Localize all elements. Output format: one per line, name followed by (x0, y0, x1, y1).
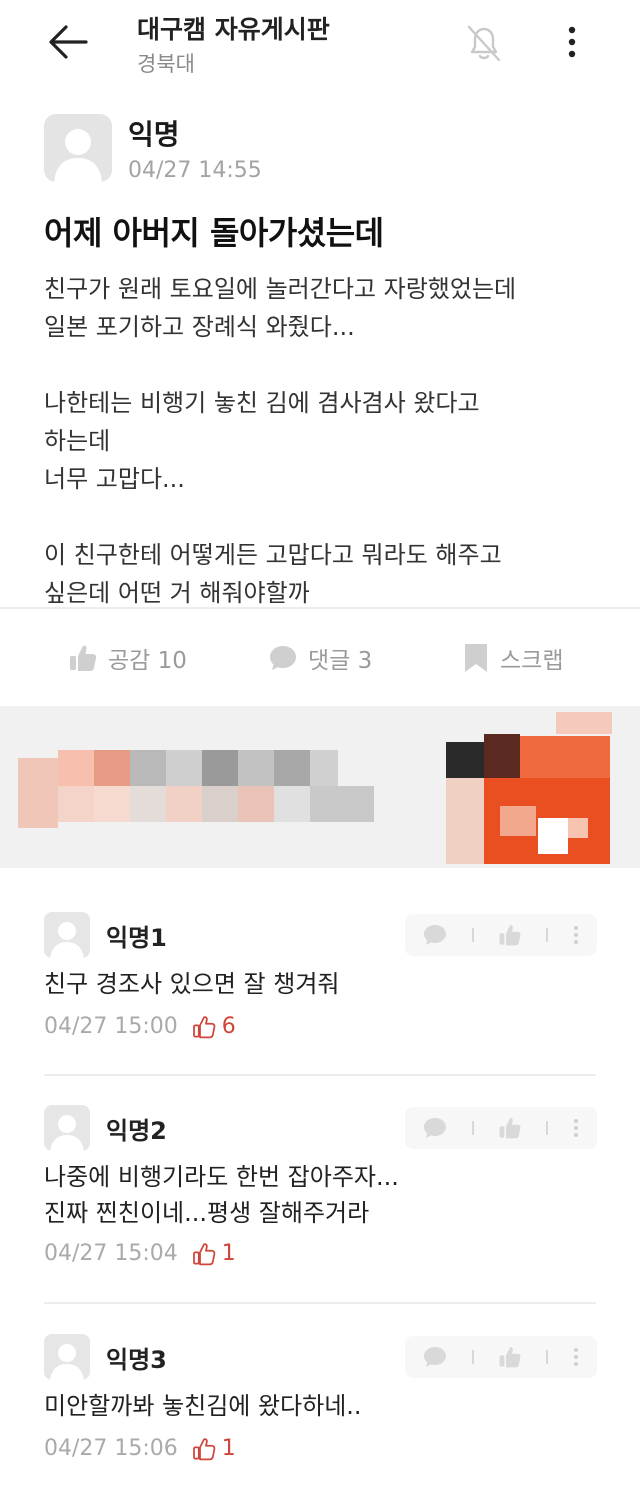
comment-avatar (44, 1334, 90, 1380)
divider (44, 1074, 596, 1076)
toolbar-separator (471, 1350, 474, 1364)
comment-like-count: 1 (221, 1241, 236, 1266)
more-vertical-icon[interactable] (573, 1118, 579, 1138)
bell-off-icon (467, 25, 501, 62)
default-profile-icon (54, 129, 102, 182)
post-author-avatar (44, 114, 112, 182)
thumbs-up-icon[interactable] (498, 1345, 522, 1369)
default-profile-icon (50, 1115, 84, 1151)
comment-button[interactable]: 댓글 3 (268, 630, 372, 686)
post-paragraph: 친구가 원래 토요일에 놀러간다고 자랑했었는데 일본 포기하고 장례식 와줬다… (44, 275, 517, 341)
board-title: 대구캠 자유게시판 (137, 15, 330, 44)
board-subtitle: 경북대 (137, 52, 195, 76)
more-vertical-icon (568, 26, 576, 58)
default-profile-icon (50, 1344, 84, 1380)
comment-toolbar (405, 914, 597, 956)
back-arrow-icon (49, 25, 88, 59)
scrap-label: 스크랩 (500, 648, 564, 674)
comment-likes: 1 (192, 1241, 236, 1266)
post-author: 익명 (128, 118, 180, 151)
post-paragraph: 나한테는 비행기 놓친 김에 겸사겸사 왔다고 하는데 너무 고맙다... (44, 389, 480, 493)
post-paragraph: 이 친구한테 어떻게든 고맙다고 뭐라도 해주고 싶은데 어떤 거 해줘야할까 (44, 541, 502, 607)
like-button[interactable]: 공감 10 (68, 630, 187, 686)
comment-author: 익명2 (106, 1117, 167, 1145)
speech-bubble-icon (270, 646, 296, 670)
comment-text: 나중에 비행기라도 한번 잡아주자... 진짜 찐친이네...평생 잘해주거라 (44, 1163, 399, 1227)
comment-text: 미안할까봐 놓친김에 왔다하네.. (44, 1392, 362, 1420)
comment-avatar (44, 1105, 90, 1151)
ad-banner[interactable] (0, 706, 640, 868)
comment-likes: 1 (192, 1436, 236, 1461)
comment-time: 04/27 15:00 (44, 1014, 178, 1039)
toolbar-separator (471, 928, 474, 942)
toolbar-separator (546, 1121, 549, 1135)
comment-toolbar (405, 1107, 597, 1149)
comment-like-count: 6 (221, 1014, 236, 1039)
comment-likes: 6 (192, 1014, 236, 1039)
comment-text: 친구 경조사 있으면 잘 챙겨줘 (44, 970, 340, 998)
thumbs-up-icon (70, 645, 97, 671)
comment-time: 04/27 15:04 (44, 1241, 178, 1266)
like-count-label: 공감 10 (108, 648, 187, 674)
post-body: 친구가 원래 토요일에 놀러간다고 자랑했었는데 일본 포기하고 장례식 와줬다… (44, 270, 604, 612)
comment-author: 익명1 (106, 924, 167, 952)
more-vertical-icon[interactable] (573, 925, 579, 945)
toolbar-separator (546, 928, 549, 942)
post-action-bar: 공감 10 댓글 3 스크랩 (0, 630, 640, 686)
thumbs-up-outline-icon (192, 1015, 216, 1038)
comment-item: 익명2 나중에 비행기라도 한번 잡아주자... 진짜 찐친이네...평생 잘해… (44, 1105, 597, 1285)
toolbar-separator (471, 1121, 474, 1135)
comment-count-label: 댓글 3 (308, 648, 373, 674)
thumbs-up-icon[interactable] (498, 923, 522, 947)
thumbs-up-outline-icon (192, 1242, 216, 1265)
notification-toggle-button[interactable] (458, 18, 510, 66)
reply-bubble-icon[interactable] (423, 924, 447, 946)
comment-meta: 04/27 15:04 1 (44, 1241, 236, 1266)
comment-toolbar (405, 1336, 597, 1378)
more-vertical-icon[interactable] (573, 1347, 579, 1367)
back-button[interactable] (42, 18, 94, 66)
comment-avatar (44, 912, 90, 958)
reply-bubble-icon[interactable] (423, 1117, 447, 1139)
default-profile-icon (50, 922, 84, 958)
scrap-button[interactable]: 스크랩 (462, 630, 563, 686)
comment-time: 04/27 15:06 (44, 1436, 178, 1461)
bookmark-icon (465, 644, 487, 672)
thumbs-up-outline-icon (192, 1437, 216, 1460)
comment-author: 익명3 (106, 1346, 167, 1374)
comment-item: 익명3 미안할까봐 놓친김에 왔다하네.. 04/27 15:06 1 (44, 1334, 597, 1494)
thumbs-up-icon[interactable] (498, 1116, 522, 1140)
comment-like-count: 1 (221, 1436, 236, 1461)
comment-meta: 04/27 15:06 1 (44, 1436, 236, 1461)
post-time: 04/27 14:55 (128, 158, 262, 183)
divider (44, 1302, 596, 1304)
comment-item: 익명1 친구 경조사 있으면 잘 챙겨줘 04/27 15:00 6 (44, 912, 597, 1062)
app-header: 대구캠 자유게시판 경북대 (0, 0, 640, 96)
more-options-button[interactable] (552, 18, 592, 66)
divider (0, 607, 640, 609)
comment-meta: 04/27 15:00 6 (44, 1014, 236, 1039)
reply-bubble-icon[interactable] (423, 1346, 447, 1368)
post-title: 어제 아버지 돌아가셨는데 (44, 214, 384, 252)
toolbar-separator (546, 1350, 549, 1364)
